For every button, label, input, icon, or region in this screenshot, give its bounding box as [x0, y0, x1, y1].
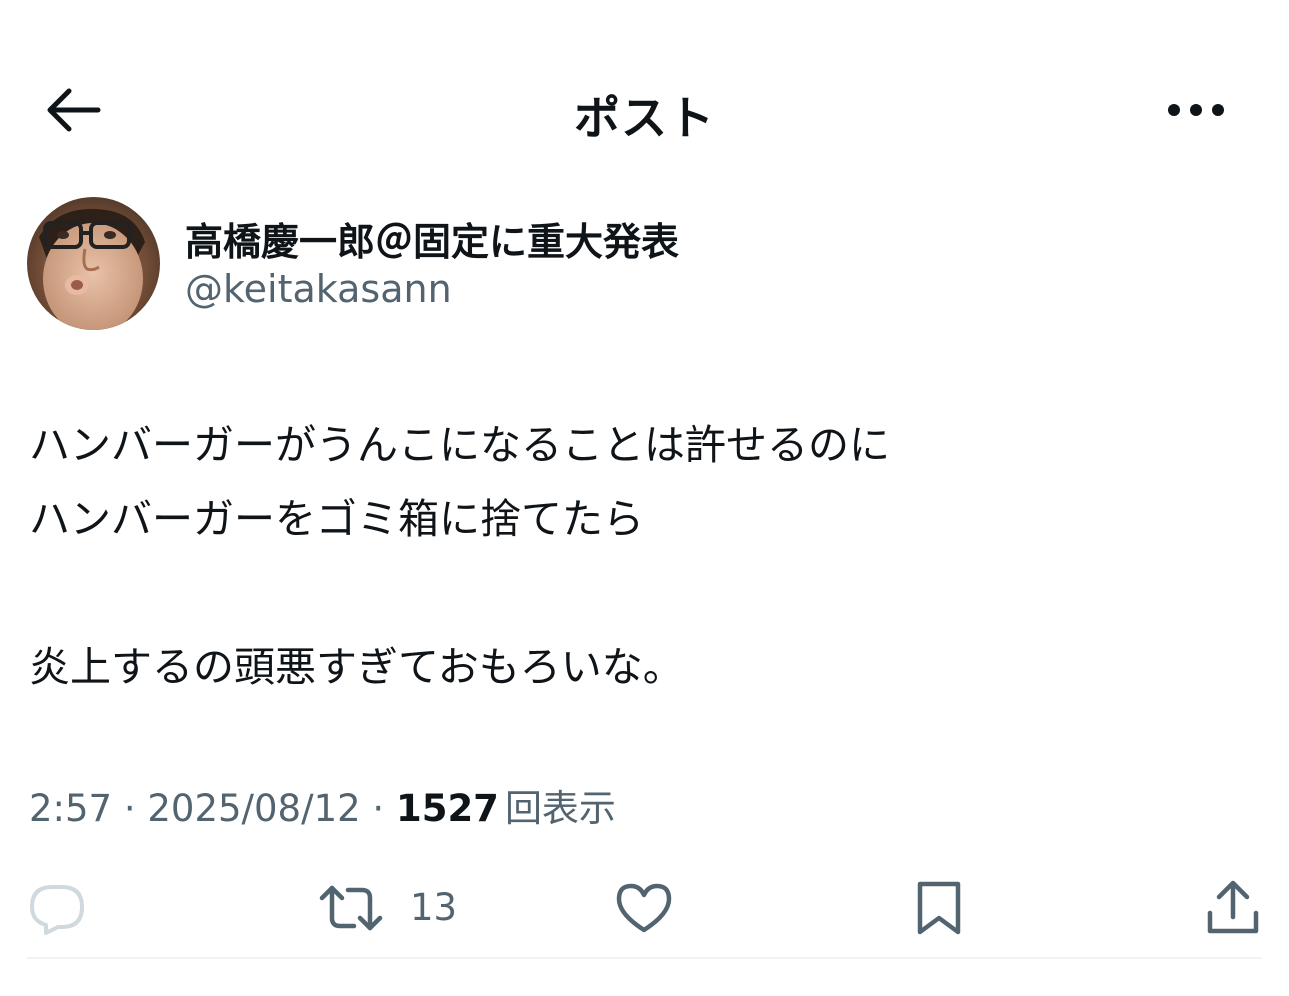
more-horizontal-icon	[1168, 104, 1224, 116]
more-options-button[interactable]	[1161, 88, 1231, 132]
share-button[interactable]	[1204, 870, 1262, 945]
post-text-line: 炎上するの頭悪すぎておもろいな。	[29, 643, 684, 691]
share-icon	[1207, 880, 1259, 933]
post-text-blank-line	[29, 556, 1259, 630]
author-name[interactable]: 高橋慶一郎＠固定に重大発表	[185, 211, 679, 266]
repost-icon	[319, 885, 383, 930]
like-button[interactable]	[615, 870, 673, 945]
reply-button[interactable]	[28, 870, 86, 945]
post-text-line: ハンバーガーがうんこになることは許せるのに	[29, 421, 890, 469]
post-meta: 2:57 · 2025/08/12 · 1527 回表示	[29, 778, 616, 832]
meta-separator: ·	[372, 787, 385, 830]
bookmark-button[interactable]	[914, 870, 964, 945]
views-count[interactable]: 1527	[396, 787, 499, 830]
views-label[interactable]: 回表示	[505, 787, 616, 830]
post-action-bar: 13	[0, 870, 1289, 945]
post-text: ハンバーガーがうんこになることは許せるのに ハンバーガーをゴミ箱に捨てたら 炎上…	[29, 408, 1259, 704]
meta-separator: ·	[123, 787, 136, 830]
post-header: ポスト	[0, 60, 1289, 160]
page-title: ポスト	[574, 91, 715, 145]
bookmark-icon	[917, 881, 961, 934]
divider	[27, 957, 1262, 959]
post-time[interactable]: 2:57	[29, 787, 112, 830]
heart-icon	[616, 883, 672, 932]
author-handle[interactable]: @keitakasann	[185, 267, 452, 311]
post-text-line: ハンバーガーをゴミ箱に捨てたら	[29, 495, 644, 543]
post-date[interactable]: 2025/08/12	[147, 787, 360, 830]
repost-button[interactable]: 13	[318, 870, 457, 945]
repost-count: 13	[410, 886, 458, 929]
avatar[interactable]	[27, 197, 160, 330]
post-author: 高橋慶一郎＠固定に重大発表 @keitakasann	[27, 197, 1257, 332]
reply-icon	[30, 884, 84, 935]
